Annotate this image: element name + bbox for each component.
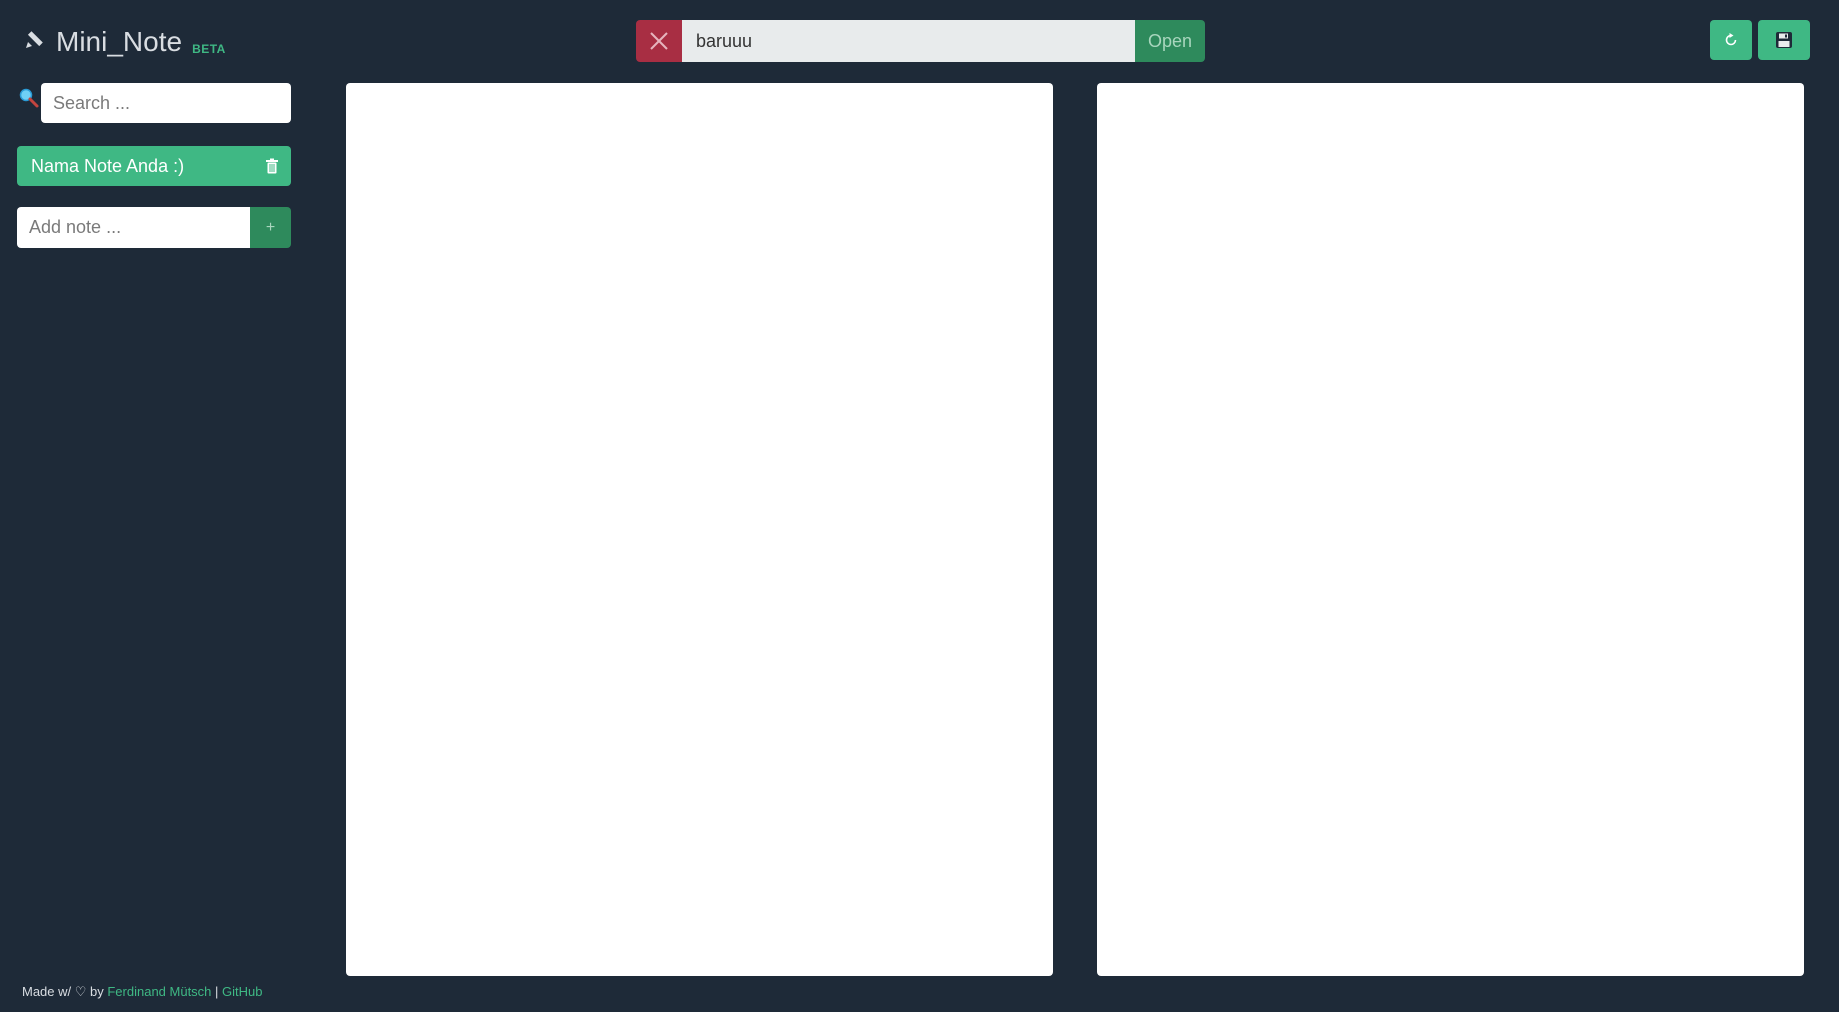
- close-icon: [650, 32, 668, 50]
- refresh-button[interactable]: [1710, 20, 1752, 60]
- app-title: Mini_Note: [56, 26, 183, 57]
- add-note-row: +: [17, 207, 291, 248]
- footer: Made w/ ♡ by Ferdinand Mütsch | GitHub: [22, 984, 263, 1000]
- app: Mini_Note BETA Open: [0, 0, 1839, 1012]
- footer-separator: |: [211, 984, 223, 999]
- note-list-item[interactable]: Nama Note Anda :): [17, 146, 291, 186]
- open-button[interactable]: Open: [1135, 20, 1205, 62]
- clear-path-button[interactable]: [636, 20, 682, 62]
- trash-icon[interactable]: [265, 158, 279, 174]
- author-link[interactable]: Ferdinand Mütsch: [107, 984, 211, 999]
- search-row: [17, 83, 291, 123]
- note-list-item-label: Nama Note Anda :): [31, 155, 185, 176]
- path-bar: Open: [636, 20, 1205, 62]
- github-link[interactable]: GitHub: [222, 984, 262, 999]
- search-input[interactable]: [41, 83, 291, 123]
- note-path-input[interactable]: [682, 20, 1135, 62]
- save-button[interactable]: [1758, 20, 1810, 60]
- beta-badge: BETA: [192, 42, 226, 56]
- add-note-button[interactable]: +: [250, 207, 291, 248]
- search-icon: [19, 88, 39, 108]
- footer-text: Made w/ ♡ by: [22, 984, 108, 999]
- brand: Mini_Note BETA: [24, 22, 226, 62]
- editor-pane[interactable]: [346, 83, 1053, 976]
- add-note-input[interactable]: [17, 207, 250, 248]
- floppy-disk-icon: [1776, 32, 1792, 48]
- pencil-icon: [24, 28, 46, 56]
- preview-pane: [1097, 83, 1804, 976]
- header-actions: [1710, 20, 1810, 60]
- refresh-icon: [1725, 33, 1737, 46]
